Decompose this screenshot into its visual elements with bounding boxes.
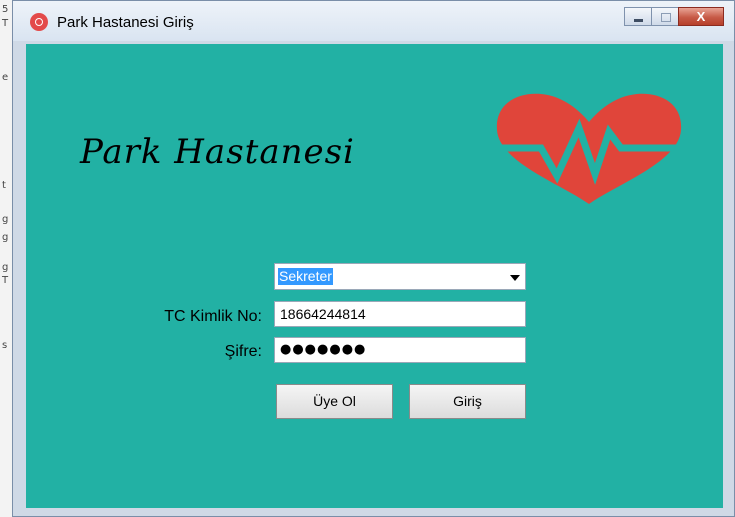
- login-window: Park Hastanesi Giriş X Park Hastanesi Se…: [12, 0, 735, 517]
- maximize-button[interactable]: [651, 7, 679, 26]
- heartbeat-icon: [496, 93, 682, 204]
- register-button[interactable]: Üye Ol: [276, 384, 393, 419]
- logo-text: Park Hastanesi: [80, 132, 355, 172]
- minimize-button[interactable]: [624, 7, 652, 26]
- login-form-panel: Park Hastanesi Sekreter TC Kimlik No: 18…: [26, 44, 723, 508]
- tc-kimlik-input[interactable]: 18664244814: [274, 301, 526, 327]
- login-button[interactable]: Giriş: [409, 384, 526, 419]
- app-icon: [30, 13, 48, 31]
- password-label: Şifre:: [224, 343, 262, 360]
- background-editor-strip: 5 T e t g g g T s: [0, 0, 12, 517]
- role-select-value: Sekreter: [278, 268, 333, 285]
- password-input[interactable]: ●●●●●●●: [274, 337, 526, 363]
- window-title: Park Hastanesi Giriş: [57, 14, 194, 31]
- chevron-down-icon[interactable]: [510, 275, 520, 281]
- tc-label: TC Kimlik No:: [164, 308, 262, 325]
- window-controls: X: [624, 7, 724, 27]
- title-bar[interactable]: Park Hastanesi Giriş X: [13, 1, 734, 41]
- close-button[interactable]: X: [678, 7, 724, 26]
- role-select[interactable]: Sekreter: [274, 263, 526, 290]
